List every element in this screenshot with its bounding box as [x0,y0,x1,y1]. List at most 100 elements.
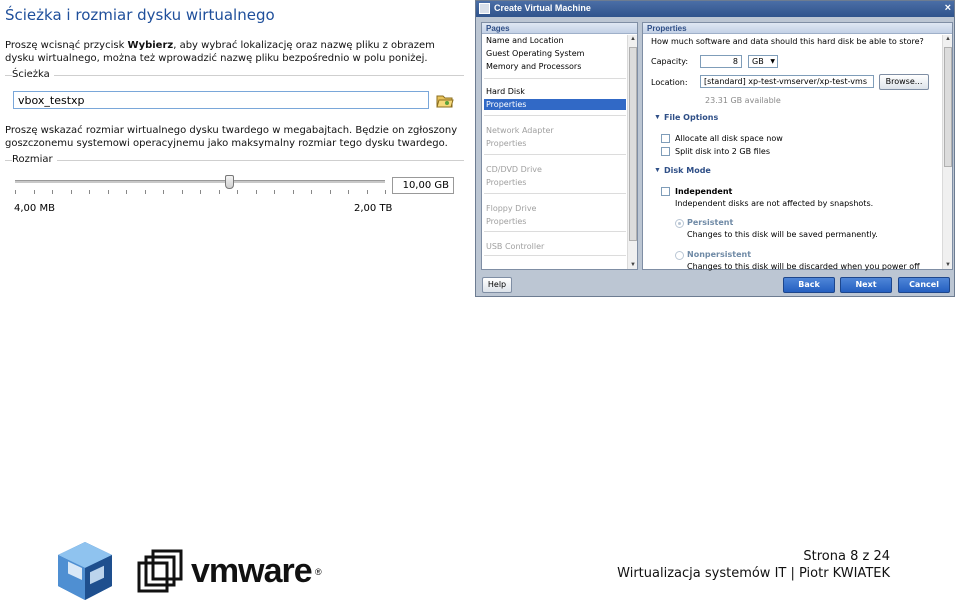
properties-panel: Properties How much software and data sh… [642,22,953,271]
slider-tick [34,190,35,194]
capacity-input[interactable]: 8 [700,55,742,68]
pages-separator [484,255,626,256]
pages-item: Properties [486,139,527,148]
slider-tick [348,190,349,194]
persistent-desc: Changes to this disk will be saved perma… [687,230,878,239]
size-group-line [5,160,464,161]
pages-item: CD/DVD Drive [486,165,542,174]
max-size-label: 2,00 TB [354,203,393,214]
capacity-unit-select[interactable]: GB ▼ [748,55,778,68]
cancel-button[interactable]: Cancel [898,277,950,293]
scroll-up-icon[interactable]: ▲ [629,36,637,42]
pages-header: Pages [482,23,637,34]
pages-separator [484,115,626,116]
slider-tick [330,190,331,194]
slider-tick [145,190,146,194]
path-group-label: Ścieżka [12,69,54,80]
pages-item[interactable]: Properties [486,100,526,109]
slider-tick [237,190,238,194]
help-button[interactable]: Help [482,277,512,293]
nonpersistent-label: Nonpersistent [687,250,752,259]
slider-tick [52,190,53,194]
disk-mode-collapse-icon[interactable]: ▼ [654,167,661,174]
slider-tick [71,190,72,194]
scroll-up-icon[interactable]: ▲ [944,36,952,42]
capacity-label: Capacity: [651,57,689,66]
location-input[interactable]: [standard] xp-test-vmserver/xp-test-vms [700,75,874,88]
pages-item: Floppy Drive [486,204,537,213]
pages-separator [484,231,626,232]
pages-separator [484,78,626,79]
registered-mark: ® [315,567,322,577]
independent-desc: Independent disks are not affected by sn… [675,199,874,208]
pages-item[interactable]: Hard Disk [486,87,525,96]
desc-bold: Wybierz [127,40,174,51]
folder-open-icon[interactable] [436,91,454,109]
pages-panel: Pages Name and Location Guest Operating S… [481,22,638,270]
pages-scrollbar[interactable]: ▲ ▼ [627,35,637,269]
pages-item[interactable]: Guest Operating System [486,49,584,58]
chevron-down-icon: ▼ [770,58,775,65]
next-button[interactable]: Next [840,277,892,293]
window-title: Create Virtual Machine [494,3,591,13]
min-size-label: 4,00 MB [14,203,55,214]
pages-separator [484,154,626,155]
persistent-label: Persistent [687,218,734,227]
path-description: Proszę wcisnąć przycisk Wybierz, aby wyb… [5,39,465,65]
scroll-thumb[interactable] [944,47,952,167]
nonpersistent-radio[interactable] [675,251,684,260]
properties-scrollbar[interactable]: ▲ ▼ [942,35,952,269]
size-slider-track[interactable] [15,180,385,183]
persistent-radio[interactable] [675,219,684,228]
capacity-unit-value: GB [752,57,764,66]
scroll-down-icon[interactable]: ▼ [629,262,637,268]
file-options-title: File Options [664,113,719,122]
back-button[interactable]: Back [783,277,835,293]
pages-separator [484,193,626,194]
create-vm-window: Create Virtual Machine × Pages Name and … [475,0,955,297]
slider-tick [385,190,386,194]
slider-tick [274,190,275,194]
slider-tick [293,190,294,194]
scroll-down-icon[interactable]: ▼ [944,262,952,268]
size-input[interactable]: 10,00 GB [392,177,454,194]
independent-label: Independent [675,187,733,196]
scroll-thumb[interactable] [629,47,637,241]
size-group-label: Rozmiar [12,154,57,165]
desc-text: Proszę wcisnąć przycisk [5,40,128,51]
browse-button[interactable]: Browse... [879,74,929,90]
slider-tick [108,190,109,194]
location-label: Location: [651,78,688,87]
path-group-line [5,75,464,76]
slider-tick [219,190,220,194]
slider-tick [256,190,257,194]
window-titlebar: Create Virtual Machine × [476,1,954,17]
virtualbox-logo [52,538,118,604]
independent-checkbox[interactable] [661,187,670,196]
pages-item[interactable]: Name and Location [486,36,564,45]
nonpersistent-desc: Changes to this disk will be discarded w… [687,262,920,271]
pages-item[interactable]: Memory and Processors [486,62,581,71]
file-options-collapse-icon[interactable]: ▼ [654,114,661,121]
disk-mode-title: Disk Mode [664,166,711,175]
pages-item: Properties [486,178,527,187]
page-number: Strona 8 z 24 [803,549,890,564]
path-input[interactable]: vbox_testxp [13,91,429,109]
allocate-checkbox[interactable] [661,134,670,143]
vmware-wordmark: vmware [191,552,313,590]
slider-tick [200,190,201,194]
size-description: Proszę wskazać rozmiar wirtualnego dysku… [5,125,458,149]
properties-header: Properties [643,23,952,34]
split-checkbox[interactable] [661,147,670,156]
pages-item: Network Adapter [486,126,554,135]
slider-tick [367,190,368,194]
window-icon [479,3,490,14]
size-slider-thumb[interactable] [225,175,234,189]
capacity-question: How much software and data should this h… [651,37,924,46]
pages-item: Properties [486,217,527,226]
close-icon[interactable]: × [945,2,951,14]
page-title: Ścieżka i rozmiar dysku wirtualnego [5,6,275,24]
slider-tick [126,190,127,194]
allocate-label: Allocate all disk space now [675,134,783,143]
available-space: 23.31 GB available [705,96,781,105]
